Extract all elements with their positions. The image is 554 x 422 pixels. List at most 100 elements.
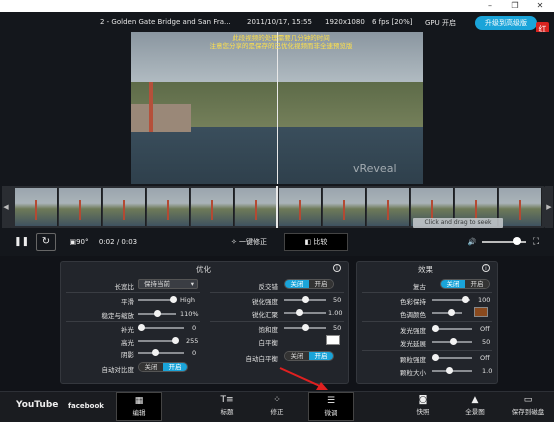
color-keep-slider-knob[interactable] xyxy=(462,296,469,303)
video-preview[interactable]: 此段视频的处理需要几分钟的时间 注意您分享的是保存的已优化视频而非全速预览版 v… xyxy=(131,32,423,184)
fullscreen-icon[interactable]: ⛶ xyxy=(530,235,542,249)
filmstrip-frame xyxy=(367,188,410,226)
glow-extend-value: 50 xyxy=(482,338,491,346)
tint-color-label: 色调颜色 xyxy=(400,311,426,319)
sharpen-radius-value: 1.00 xyxy=(328,309,343,317)
glow-extend-label: 发光延展 xyxy=(400,340,426,348)
app-window: – ❐ ✕ 2 - Golden Gate Bridge and San Fra… xyxy=(0,0,554,422)
highlight-label: 高光 xyxy=(121,339,134,347)
upgrade-button[interactable]: 升级到高级版 xyxy=(475,16,537,30)
one-click-fix-button[interactable]: ✧ 一键修正 xyxy=(224,235,274,249)
panorama-label: 全景图 xyxy=(465,408,485,416)
fix-tab[interactable]: ⁘ 修正 xyxy=(254,392,300,421)
restore-button[interactable]: ❐ xyxy=(503,0,527,12)
stabilize-slider-knob[interactable] xyxy=(154,310,161,317)
disk-icon: ▭ xyxy=(523,395,533,405)
video-overlay-message: 此段视频的处理需要几分钟的时间 注意您分享的是保存的已优化视频而非全速预览版 xyxy=(171,34,391,50)
volume-slider-knob[interactable] xyxy=(513,237,521,245)
panorama-button[interactable]: ▲ 全景图 xyxy=(452,392,498,421)
fine-tune-tab[interactable]: ☰ 微调 xyxy=(308,392,354,421)
sharpen-strength-value: 50 xyxy=(333,296,342,304)
divider xyxy=(66,321,200,322)
filmstrip-drag-hint: Click and drag to seek xyxy=(413,218,503,228)
grain-strength-label: 颗粒强度 xyxy=(400,356,426,364)
title-tab-label: 标题 xyxy=(220,408,234,416)
auto-contrast-on[interactable]: 开启 xyxy=(163,363,187,371)
video-title: 2 - Golden Gate Bridge and San Fra... xyxy=(100,18,231,26)
text-icon: T≡ xyxy=(220,395,234,405)
loop-icon[interactable]: ↻ xyxy=(36,233,56,251)
auto-white-balance-toggle[interactable]: 关闭 开启 xyxy=(284,351,334,361)
tint-color-swatch[interactable] xyxy=(474,307,488,317)
saturation-slider-knob[interactable] xyxy=(302,324,309,331)
auto-contrast-toggle[interactable]: 关闭 开启 xyxy=(138,362,188,372)
highlight-slider-knob[interactable] xyxy=(172,337,179,344)
deinterlace-off[interactable]: 关闭 xyxy=(285,280,309,288)
smooth-slider-knob[interactable] xyxy=(170,296,177,303)
effects-info-icon[interactable]: i xyxy=(482,264,490,272)
stabilize-value: 110% xyxy=(180,310,199,318)
snapshot-button[interactable]: ◙ 快照 xyxy=(400,392,446,421)
filmstrip-frame xyxy=(235,188,278,226)
close-button[interactable]: ✕ xyxy=(528,0,552,12)
glow-extend-slider-knob[interactable] xyxy=(450,338,457,345)
shadow-slider-knob[interactable] xyxy=(152,349,159,356)
facebook-share-button[interactable]: facebook xyxy=(68,402,104,410)
title-tab[interactable]: T≡ 标题 xyxy=(204,392,250,421)
sharpen-radius-label: 锐化汇聚 xyxy=(252,311,278,319)
glow-strength-slider-knob[interactable] xyxy=(432,325,439,332)
sharpen-strength-slider-knob[interactable] xyxy=(302,296,309,303)
filmstrip-frame xyxy=(15,188,58,226)
smooth-label: 平滑 xyxy=(121,298,134,306)
divider xyxy=(210,321,344,322)
filmstrip-right-arrow-icon[interactable]: ▶ xyxy=(545,186,553,228)
vintage-toggle[interactable]: 关闭 开启 xyxy=(440,279,490,289)
filmstrip-playhead[interactable] xyxy=(276,186,278,228)
volume-icon[interactable]: 🔊 xyxy=(466,235,478,249)
annotation-arrow-icon xyxy=(279,367,328,390)
white-balance-swatch[interactable] xyxy=(326,335,340,345)
shadow-slider[interactable] xyxy=(138,352,184,354)
sharpen-radius-slider-knob[interactable] xyxy=(296,309,303,316)
window-titlebar xyxy=(0,0,554,12)
aspect-value: 保持当前 xyxy=(144,280,170,288)
save-to-disk-button[interactable]: ▭ 保存到磁盘 xyxy=(504,392,552,421)
sharpen-strength-label: 锐化强度 xyxy=(252,298,278,306)
smooth-value: High xyxy=(180,296,195,304)
divider xyxy=(210,292,344,293)
fill-light-slider-knob[interactable] xyxy=(138,324,145,331)
rotate-button[interactable]: ▣90° xyxy=(64,235,94,249)
auto-white-balance-on[interactable]: 开启 xyxy=(309,352,333,360)
sharpen-radius-slider[interactable] xyxy=(284,312,326,314)
fix-tab-label: 修正 xyxy=(270,408,284,416)
deinterlace-toggle[interactable]: 关闭 开启 xyxy=(284,279,334,289)
video-fps: 6 fps [20%] xyxy=(372,18,413,26)
deinterlace-on[interactable]: 开启 xyxy=(309,280,333,288)
grain-strength-slider-knob[interactable] xyxy=(432,354,439,361)
auto-white-balance-off[interactable]: 关闭 xyxy=(285,352,309,360)
video-resolution: 1920x1080 xyxy=(325,18,365,26)
divider xyxy=(362,350,492,351)
stabilize-label: 稳定与缩放 xyxy=(101,312,135,320)
effects-title: 效果 xyxy=(418,265,433,274)
grain-size-slider-knob[interactable] xyxy=(446,367,453,374)
aspect-dropdown[interactable]: 保持当前 ▾ xyxy=(138,279,198,289)
vintage-off[interactable]: 关闭 xyxy=(441,280,465,288)
shadow-value: 0 xyxy=(192,349,197,357)
glow-strength-label: 发光强度 xyxy=(400,327,426,335)
optimize-info-icon[interactable]: i xyxy=(333,264,341,272)
youtube-share-button[interactable]: YouTube xyxy=(16,400,58,410)
filmstrip-left-arrow-icon[interactable]: ◀ xyxy=(2,186,10,228)
compare-button[interactable]: ◧ 比较 xyxy=(284,233,348,251)
compare-split-line[interactable] xyxy=(277,32,278,184)
panorama-icon: ▲ xyxy=(471,395,479,405)
tint-color-slider-knob[interactable] xyxy=(448,309,455,316)
tint-color-slider[interactable] xyxy=(432,312,462,314)
pause-icon[interactable]: ❚❚ xyxy=(14,235,29,249)
edit-tab[interactable]: ▦ 编辑 xyxy=(116,392,162,421)
rotate-label: 90° xyxy=(76,238,89,246)
minimize-button[interactable]: – xyxy=(478,0,502,12)
auto-contrast-off[interactable]: 关闭 xyxy=(139,363,163,371)
color-keep-value: 100 xyxy=(478,296,491,304)
vintage-on[interactable]: 开启 xyxy=(465,280,489,288)
